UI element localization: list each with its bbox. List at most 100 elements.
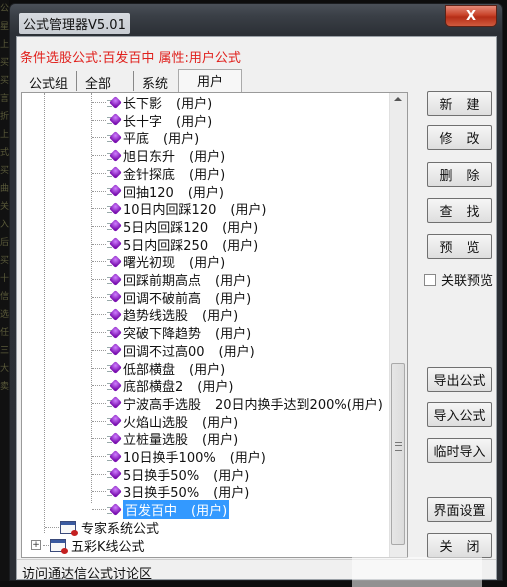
formula-name: 5日换手50%	[123, 468, 200, 484]
tree-connector	[92, 208, 106, 210]
tree-connector	[92, 473, 106, 475]
tree-item[interactable]: 5日内回踩250 (用户)	[92, 235, 258, 254]
new-button[interactable]: 新建	[427, 91, 492, 116]
tree-item-label: 立桩量选股 (用户)	[123, 429, 238, 448]
formula-gem-icon	[107, 378, 122, 392]
close-window-button[interactable]: X	[445, 5, 497, 27]
tree-item[interactable]: 底部横盘2 (用户)	[92, 377, 233, 395]
tab-all[interactable]: 全部	[77, 71, 135, 92]
background-glyph: 三	[0, 346, 10, 356]
tree-item[interactable]: 5日内回踩120 (用户)	[92, 218, 258, 236]
tree-line-root	[44, 93, 45, 533]
formula-gem-icon	[107, 201, 122, 215]
tree-item[interactable]: 立桩量选股 (用户)	[92, 429, 238, 448]
tree-item[interactable]: 旭日东升 (用户)	[92, 147, 225, 165]
tree-item[interactable]: 回调不过高00 (用户)	[92, 342, 255, 360]
formula-gem-icon	[107, 254, 122, 268]
close-button[interactable]: 关闭	[427, 533, 492, 558]
tree-item[interactable]: 突破下降趋势 (用户)	[92, 324, 252, 343]
formula-tree[interactable]: 长下影 (用户) 长十字 (用户) 平底 (用户) 旭日东升 (用户) 金针探底 (用户) 回抽12…	[21, 92, 408, 558]
tree-group[interactable]: 专家系统公式	[45, 518, 160, 537]
tab-user[interactable]: 用户	[178, 69, 243, 92]
formula-type: (用户)	[213, 486, 250, 502]
tab-formula-group[interactable]: 公式组	[21, 71, 78, 92]
formula-name: 金针探底	[123, 167, 176, 183]
formula-type: (用户)	[189, 167, 226, 183]
formula-type: (用户)	[222, 238, 259, 254]
formula-name: 趋势线选股	[123, 309, 189, 325]
formula-type: (用户)	[176, 114, 213, 130]
tree-item[interactable]: 3日换手50% (用户)	[92, 483, 250, 502]
tree-item-label: 宁波高手选股 20日内换手达到200%(用户)	[123, 394, 383, 413]
formula-type: (用户)	[191, 504, 228, 520]
tree-connector	[92, 243, 106, 245]
formula-type: (用户)	[163, 132, 200, 148]
import-formula-button[interactable]: 导入公式	[427, 402, 492, 427]
background-glyph: 式	[0, 148, 10, 158]
tree-item[interactable]: 5日换手50% (用户)	[92, 466, 250, 484]
formula-gem-icon	[107, 449, 122, 463]
tree-item[interactable]: 回踩前期高点 (用户)	[92, 271, 251, 289]
find-button[interactable]: 查找	[427, 198, 492, 223]
temp-import-button[interactable]: 临时导入	[427, 438, 492, 463]
formula-type: 20日内换手达到200%(用户)	[215, 397, 383, 413]
formula-manager-window: 公式管理器V5.01 X 条件选股公式:百发百中 属性:用户公式 公式组 全部 …	[9, 3, 503, 587]
tree-item[interactable]: 回抽120 (用户)	[92, 182, 224, 201]
tree-connector	[45, 526, 59, 528]
tree-item[interactable]: 长十字 (用户)	[92, 112, 213, 130]
tree-item[interactable]: 宁波高手选股 20日内换手达到200%(用户)	[92, 394, 383, 413]
formula-type: (用户)	[215, 327, 252, 343]
tree-item[interactable]: 10日换手100% (用户)	[92, 448, 266, 466]
formula-type: (用户)	[229, 451, 266, 466]
tree-item[interactable]: 火焰山选股 (用户)	[92, 413, 238, 431]
tree-item[interactable]: 回调不破前高 (用户)	[92, 289, 251, 307]
tree-scrollbar[interactable]	[389, 93, 407, 557]
tree-item-label: 10日内回踩120 (用户)	[123, 199, 267, 218]
background-glyph: 入	[0, 220, 10, 230]
delete-button[interactable]: 删除	[427, 162, 492, 187]
title-bar[interactable]: 公式管理器V5.01 X	[10, 4, 502, 38]
tree-item[interactable]: 10日内回踩120 (用户)	[92, 199, 267, 218]
tree-item-label: 回抽120 (用户)	[123, 182, 224, 201]
tree-connector	[92, 491, 106, 493]
formula-name: 长十字	[123, 114, 163, 130]
tree-connector	[92, 296, 106, 298]
formula-gem-icon	[107, 343, 122, 357]
tree-item[interactable]: 长下影 (用户)	[92, 94, 212, 112]
edit-button[interactable]: 修改	[427, 125, 492, 150]
formula-type: (用户)	[202, 309, 239, 325]
background-glyph: 曲	[0, 184, 10, 194]
scrollbar-thumb[interactable]	[391, 363, 405, 545]
tree-group[interactable]: + 五彩K线公式	[31, 536, 145, 555]
tree-item[interactable]: 低部横盘 (用户)	[92, 360, 226, 378]
formula-folder-icon	[60, 520, 78, 536]
formula-gem-icon	[107, 131, 122, 144]
linked-preview-checkbox[interactable]: 关联预览	[424, 270, 493, 289]
tree-item[interactable]: 百发百中 (用户)	[92, 500, 230, 520]
scroll-up-arrow-icon[interactable]	[394, 97, 402, 101]
tab-system[interactable]: 系统	[134, 71, 178, 92]
formula-type: (用户)	[189, 362, 226, 378]
formula-type: (用户)	[213, 468, 250, 484]
tree-item[interactable]: 平底 (用户)	[92, 129, 200, 148]
formula-gem-icon	[107, 414, 122, 427]
tree-item[interactable]: 趋势线选股 (用户)	[92, 306, 239, 325]
group-label: 专家系统公式	[81, 521, 160, 537]
preview-button[interactable]: 预览	[427, 234, 492, 259]
formula-type: (用户)	[189, 256, 226, 272]
background-glyph: 买	[0, 58, 10, 68]
checkbox-icon[interactable]	[424, 273, 436, 286]
export-formula-button[interactable]: 导出公式	[427, 367, 492, 392]
tree-item-label: 5日内回踩250 (用户)	[123, 235, 258, 254]
expand-plus-icon[interactable]: +	[31, 540, 41, 550]
formula-gem-icon	[107, 148, 122, 162]
ui-settings-button[interactable]: 界面设置	[427, 497, 492, 522]
background-glyph: 买	[0, 166, 10, 176]
tree-connector	[92, 438, 106, 440]
formula-name: 长下影	[123, 97, 163, 112]
condition-info-label: 条件选股公式:百发百中 属性:用户公式	[20, 51, 241, 66]
tree-item[interactable]: 金针探底 (用户)	[92, 165, 226, 183]
tree-item[interactable]: 曙光初现 (用户)	[92, 253, 226, 272]
background-glyph: 公	[0, 4, 10, 14]
formula-gem-icon	[107, 467, 122, 481]
